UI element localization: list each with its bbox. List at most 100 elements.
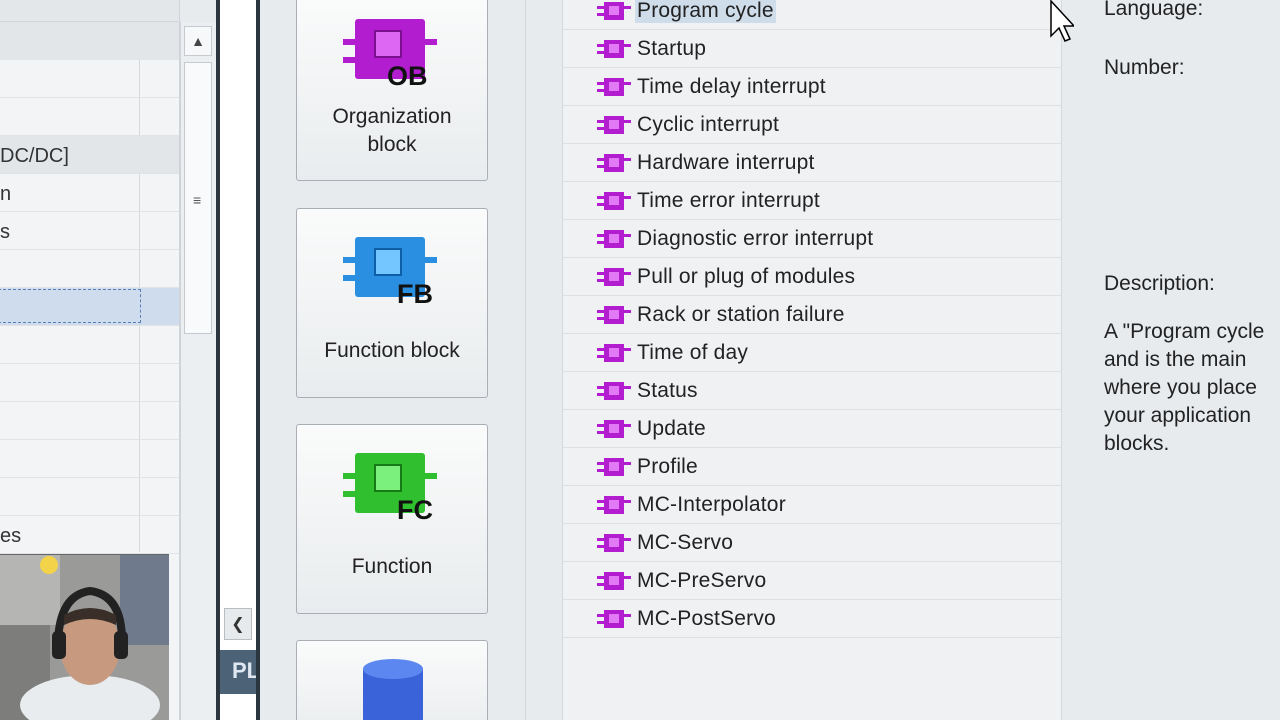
ob-type-label: MC-PostServo bbox=[637, 606, 776, 630]
tree-row[interactable]: s bbox=[0, 212, 179, 250]
collapse-panel-button[interactable]: ❮ bbox=[224, 608, 252, 640]
ob-code-label: OB bbox=[387, 61, 428, 91]
ob-type-item[interactable]: Time error interrupt bbox=[563, 182, 1061, 220]
data-block-button[interactable] bbox=[296, 640, 488, 720]
ob-type-label: Time delay interrupt bbox=[637, 74, 826, 98]
ob-item-icon bbox=[597, 154, 631, 172]
ob-type-label: Pull or plug of modules bbox=[637, 264, 856, 288]
tree-row[interactable]: n bbox=[0, 174, 179, 212]
ob-type-item[interactable]: Cyclic interrupt bbox=[563, 106, 1061, 144]
fb-code-label: FB bbox=[397, 279, 433, 309]
ob-type-label: Hardware interrupt bbox=[637, 150, 815, 174]
ob-item-icon bbox=[597, 420, 631, 438]
ob-item-icon bbox=[597, 534, 631, 552]
scroll-grip-icon: ≡ bbox=[193, 192, 202, 208]
function-block-label: Function block bbox=[324, 339, 460, 362]
ob-type-label: Diagnostic error interrupt bbox=[637, 226, 874, 250]
ob-item-icon bbox=[597, 344, 631, 362]
language-label: Language: bbox=[1104, 0, 1204, 20]
tree-row[interactable]: es bbox=[0, 516, 179, 554]
organization-block-button[interactable]: OB Organization block bbox=[296, 0, 488, 181]
project-tree-scrollbar[interactable]: ▲ ≡ bbox=[180, 22, 216, 720]
tree-row-focus-outline bbox=[0, 289, 141, 323]
mouse-cursor-icon bbox=[1050, 0, 1074, 42]
ob-type-label: Status bbox=[637, 378, 698, 402]
panel-splitter[interactable]: ❮ PL bbox=[216, 0, 260, 720]
ob-type-item[interactable]: MC-PreServo bbox=[563, 562, 1061, 600]
description-text: A "Program cycle and is the main where y… bbox=[1104, 320, 1265, 455]
plc-tab[interactable]: PL bbox=[220, 650, 256, 694]
ob-item-icon bbox=[597, 230, 631, 248]
ob-type-label: Profile bbox=[637, 454, 698, 478]
ob-type-item[interactable]: Rack or station failure bbox=[563, 296, 1061, 334]
ob-type-item[interactable]: Status bbox=[563, 372, 1061, 410]
description-label: Description: bbox=[1104, 272, 1215, 295]
presenter-video-image bbox=[0, 555, 169, 720]
tree-row[interactable] bbox=[0, 402, 179, 440]
tree-row[interactable]: DC/DC] bbox=[0, 136, 179, 174]
ob-type-item[interactable]: Diagnostic error interrupt bbox=[563, 220, 1061, 258]
ob-type-item[interactable]: Time delay interrupt bbox=[563, 68, 1061, 106]
ob-item-icon bbox=[597, 78, 631, 96]
tree-row[interactable] bbox=[0, 98, 179, 136]
block-type-column: OB Organization block FB Function block bbox=[260, 0, 526, 720]
tree-row[interactable] bbox=[0, 60, 179, 98]
ob-type-item[interactable]: Hardware interrupt bbox=[563, 144, 1061, 182]
ob-type-label: MC-Interpolator bbox=[637, 492, 786, 516]
ob-type-item[interactable]: Pull or plug of modules bbox=[563, 258, 1061, 296]
function-label: Function bbox=[351, 555, 433, 578]
ob-type-label: Startup bbox=[637, 36, 707, 60]
ob-type-label: Rack or station failure bbox=[637, 302, 845, 326]
ob-type-item[interactable]: Time of day bbox=[563, 334, 1061, 372]
tree-row[interactable] bbox=[0, 440, 179, 478]
ob-item-icon bbox=[597, 382, 631, 400]
tree-row[interactable] bbox=[0, 326, 179, 364]
number-label: Number: bbox=[1104, 56, 1185, 79]
tree-row-label: s bbox=[0, 221, 10, 243]
ob-type-item[interactable]: Program cycle bbox=[563, 0, 1061, 30]
tree-row-label: DC/DC] bbox=[0, 145, 69, 167]
organization-block-label: Organization block bbox=[332, 105, 452, 156]
ob-type-item[interactable]: Startup bbox=[563, 30, 1061, 68]
tree-row[interactable] bbox=[0, 478, 179, 516]
ob-type-item[interactable]: Update bbox=[563, 410, 1061, 448]
ob-type-item[interactable]: Profile bbox=[563, 448, 1061, 486]
tree-row[interactable] bbox=[0, 250, 179, 288]
ob-type-label: Update bbox=[637, 416, 706, 440]
ob-type-label: Program cycle bbox=[635, 0, 776, 23]
tree-row[interactable] bbox=[0, 364, 179, 402]
ob-type-label: MC-Servo bbox=[637, 530, 734, 554]
scroll-thumb[interactable]: ≡ bbox=[184, 62, 212, 334]
scroll-up-button[interactable]: ▲ bbox=[184, 26, 212, 56]
ob-item-icon bbox=[597, 116, 631, 134]
ob-type-label: Cyclic interrupt bbox=[637, 112, 780, 136]
ob-item-icon bbox=[597, 496, 631, 514]
ob-type-item[interactable]: MC-Interpolator bbox=[563, 486, 1061, 524]
ob-item-icon bbox=[597, 458, 631, 476]
ob-type-label: Time of day bbox=[637, 340, 749, 364]
project-tree-header bbox=[0, 0, 179, 22]
ob-item-icon bbox=[597, 40, 631, 58]
ob-type-label: MC-PreServo bbox=[637, 568, 767, 592]
splitter-edge-left bbox=[216, 0, 220, 720]
ob-item-icon bbox=[597, 572, 631, 590]
function-button[interactable]: FC Function bbox=[296, 424, 488, 614]
block-details-panel: Language: Number: Description: A "Progra… bbox=[1062, 0, 1280, 720]
ob-item-icon bbox=[597, 306, 631, 324]
ob-type-list: Program cycle Startup Time delay interrupt… bbox=[562, 0, 1062, 720]
function-block-button[interactable]: FB Function block bbox=[296, 208, 488, 398]
ob-type-label: Time error interrupt bbox=[637, 188, 820, 212]
fc-code-label: FC bbox=[397, 495, 433, 525]
tree-row[interactable] bbox=[0, 22, 179, 60]
tree-row[interactable] bbox=[0, 288, 179, 326]
webcam-overlay bbox=[0, 554, 169, 720]
tree-row-label: es bbox=[0, 525, 22, 547]
ob-item-icon bbox=[597, 610, 631, 628]
db-block-icon bbox=[363, 659, 423, 720]
ob-item-icon bbox=[597, 2, 631, 20]
ob-item-icon bbox=[597, 268, 631, 286]
ob-type-item[interactable]: MC-Servo bbox=[563, 524, 1061, 562]
ob-type-item[interactable]: MC-PostServo bbox=[563, 600, 1061, 638]
tree-row-label: n bbox=[0, 183, 12, 205]
ob-item-icon bbox=[597, 192, 631, 210]
